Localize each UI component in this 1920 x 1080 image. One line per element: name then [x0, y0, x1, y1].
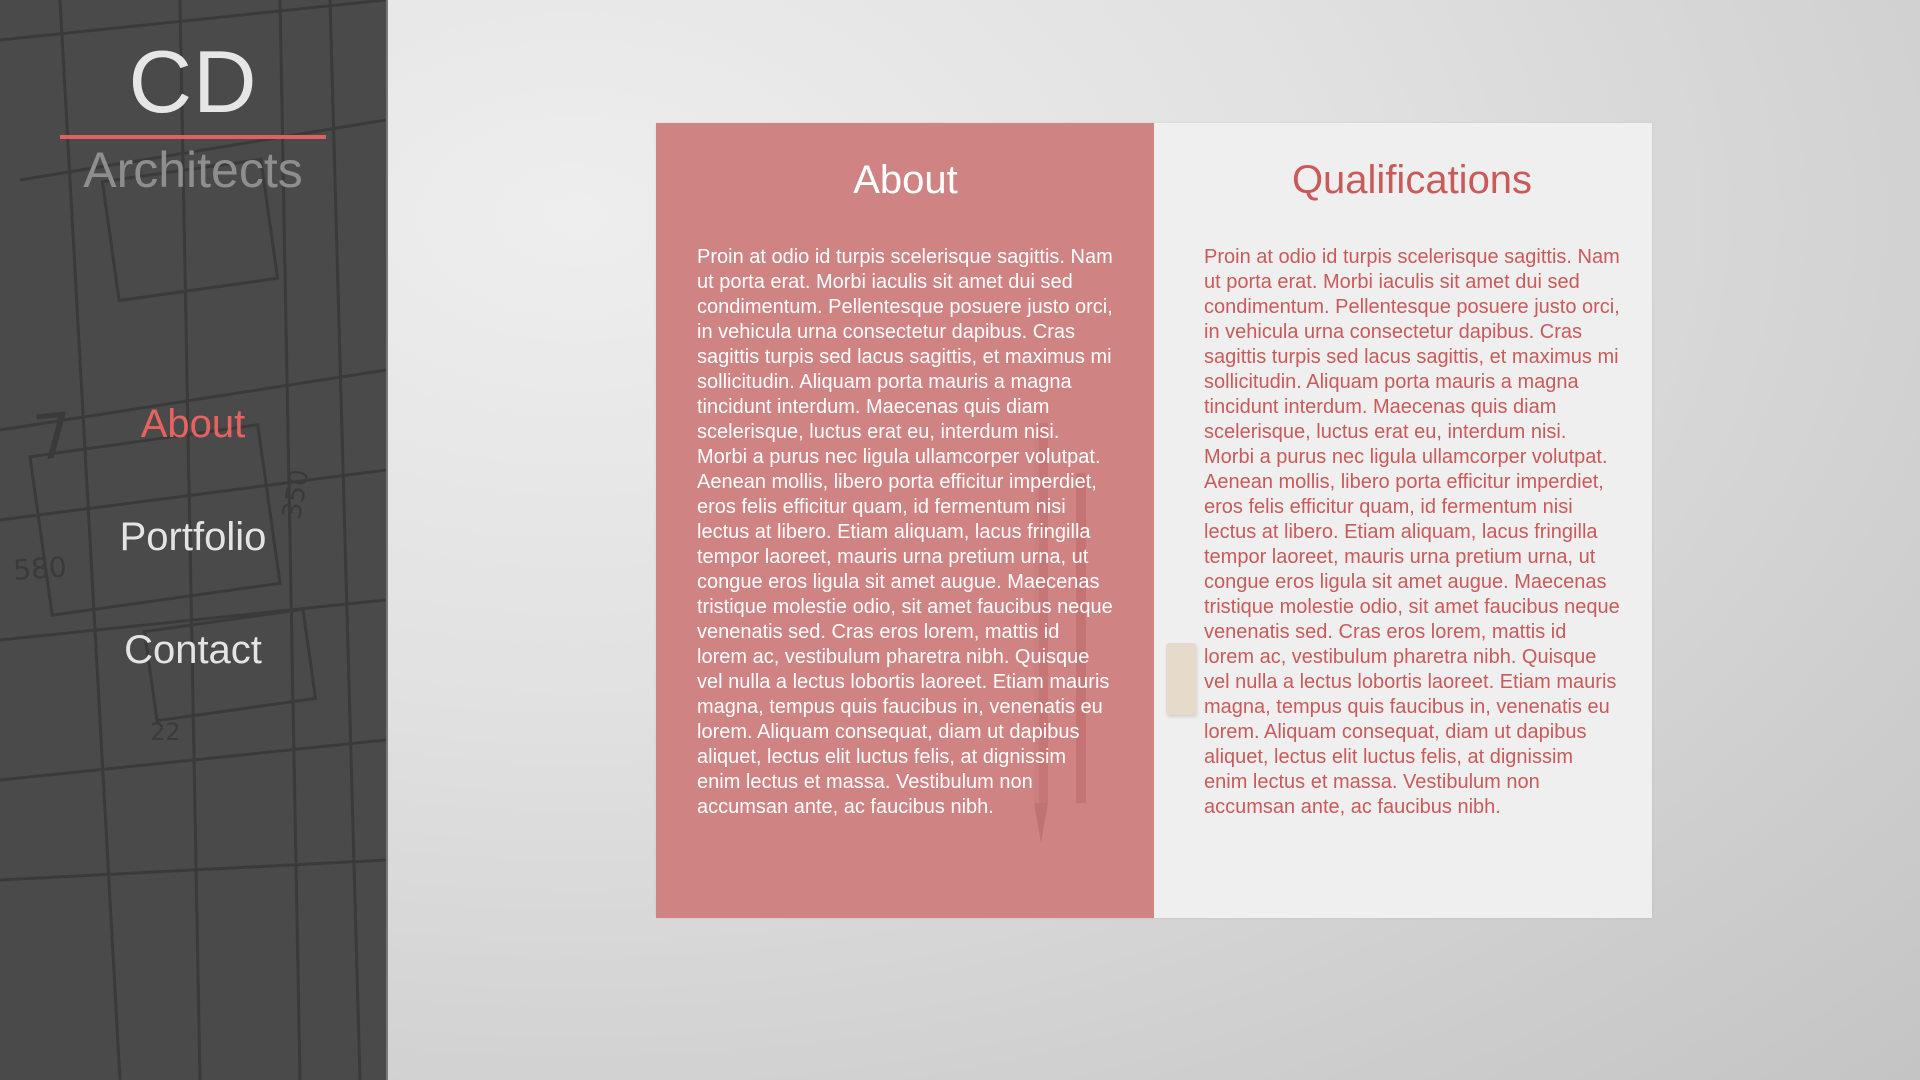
sidebar: 7 580 350 22 CD Architects About Portfol…: [0, 0, 388, 1080]
logo[interactable]: CD Architects: [0, 38, 386, 195]
nav-item-about[interactable]: About: [0, 398, 386, 511]
qualifications-title: Qualifications: [1291, 158, 1533, 202]
nav-item-contact[interactable]: Contact: [0, 624, 386, 737]
page: 7 580 350 22 CD Architects About Portfol…: [0, 0, 1920, 1080]
eraser-image: [1166, 643, 1196, 715]
logo-divider: [60, 135, 326, 139]
main-nav: About Portfolio Contact: [0, 398, 386, 737]
about-body: Proin at odio id turpis scelerisque sagi…: [697, 246, 1113, 818]
qualifications-section: Qualifications Proin at odio id turpis s…: [1154, 123, 1652, 918]
logo-name: Architects: [83, 142, 303, 198]
qualifications-body: Proin at odio id turpis scelerisque sagi…: [1204, 246, 1620, 818]
logo-initials: CD: [128, 32, 258, 131]
content-panel: About Proin at odio id turpis scelerisqu…: [656, 123, 1652, 918]
about-title: About: [853, 158, 958, 202]
nav-item-portfolio[interactable]: Portfolio: [0, 511, 386, 624]
about-section: About Proin at odio id turpis scelerisqu…: [656, 123, 1154, 918]
